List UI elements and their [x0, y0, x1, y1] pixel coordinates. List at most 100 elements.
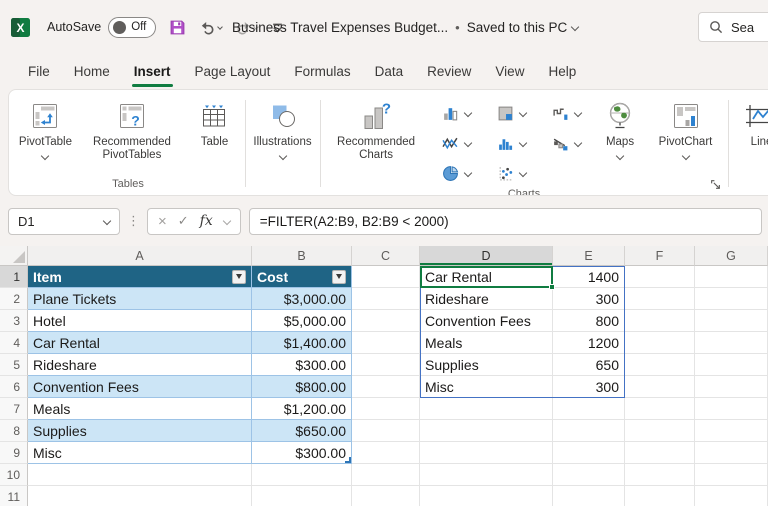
cell-E4[interactable]: 1200	[553, 332, 625, 354]
insert-waterfall-chart-button[interactable]	[538, 98, 593, 128]
cell-F7[interactable]	[625, 398, 695, 420]
cell-G3[interactable]	[695, 310, 768, 332]
cell-F3[interactable]	[625, 310, 695, 332]
row-header-6[interactable]: 6	[0, 376, 28, 398]
cell-B8[interactable]: $650.00	[252, 420, 352, 442]
cell-B2[interactable]: $3,000.00	[252, 288, 352, 310]
cell-F4[interactable]	[625, 332, 695, 354]
enter-button[interactable]: ✓	[178, 213, 189, 229]
autosave-switch[interactable]: Off	[108, 17, 156, 38]
cell-F1[interactable]	[625, 266, 695, 288]
cell-E3[interactable]: 800	[553, 310, 625, 332]
cell-G11[interactable]	[695, 486, 768, 506]
row-header-1[interactable]: 1	[0, 266, 28, 288]
cell-A7[interactable]: Meals	[28, 398, 252, 420]
cell-F11[interactable]	[625, 486, 695, 506]
insert-column-chart-button[interactable]	[428, 98, 483, 128]
charts-dialog-launcher-button[interactable]	[710, 179, 721, 190]
tab-page-layout[interactable]: Page Layout	[183, 54, 283, 88]
cell-D9[interactable]	[420, 442, 553, 464]
insert-combo-chart-button[interactable]	[538, 128, 593, 158]
cell-C9[interactable]	[352, 442, 420, 464]
cell-E5[interactable]: 650	[553, 354, 625, 376]
cell-A9[interactable]: Misc	[28, 442, 252, 464]
illustrations-button[interactable]: Illustrations	[250, 92, 316, 159]
cell-A2[interactable]: Plane Tickets	[28, 288, 252, 310]
cell-E1[interactable]: 1400	[553, 266, 625, 288]
cell-A8[interactable]: Supplies	[28, 420, 252, 442]
row-header-5[interactable]: 5	[0, 354, 28, 376]
cell-G7[interactable]	[695, 398, 768, 420]
pivottable-button[interactable]: PivotTable	[15, 92, 76, 159]
cell-G1[interactable]	[695, 266, 768, 288]
cell-B6[interactable]: $800.00	[252, 376, 352, 398]
select-all-button[interactable]	[0, 246, 28, 266]
insert-statistic-chart-button[interactable]	[483, 128, 538, 158]
column-header-D[interactable]: D	[420, 246, 553, 266]
cell-A3[interactable]: Hotel	[28, 310, 252, 332]
cell-C4[interactable]	[352, 332, 420, 354]
tab-data[interactable]: Data	[363, 54, 416, 88]
cell-A5[interactable]: Rideshare	[28, 354, 252, 376]
cell-F2[interactable]	[625, 288, 695, 310]
autosave-toggle[interactable]: AutoSave Off	[47, 17, 156, 38]
tab-formulas[interactable]: Formulas	[282, 54, 362, 88]
row-header-8[interactable]: 8	[0, 420, 28, 442]
cell-F10[interactable]	[625, 464, 695, 486]
tab-file[interactable]: File	[16, 54, 62, 88]
table-button[interactable]: Table	[188, 92, 241, 149]
cell-G5[interactable]	[695, 354, 768, 376]
cell-C6[interactable]	[352, 376, 420, 398]
cell-E7[interactable]	[553, 398, 625, 420]
cell-D7[interactable]	[420, 398, 553, 420]
save-status[interactable]: Saved to this PC	[467, 20, 579, 35]
undo-button[interactable]	[199, 19, 222, 36]
cell-D10[interactable]	[420, 464, 553, 486]
formula-input[interactable]: =FILTER(A2:B9, B2:B9 < 2000)	[249, 208, 762, 235]
row-header-9[interactable]: 9	[0, 442, 28, 464]
cell-A11[interactable]	[28, 486, 252, 506]
cell-B10[interactable]	[252, 464, 352, 486]
tab-home[interactable]: Home	[62, 54, 122, 88]
cell-A4[interactable]: Car Rental	[28, 332, 252, 354]
cell-C1[interactable]	[352, 266, 420, 288]
cell-C3[interactable]	[352, 310, 420, 332]
cell-C8[interactable]	[352, 420, 420, 442]
row-header-2[interactable]: 2	[0, 288, 28, 310]
line-sparkline-button[interactable]: Line	[733, 92, 768, 149]
row-header-7[interactable]: 7	[0, 398, 28, 420]
insert-hierarchy-chart-button[interactable]	[483, 98, 538, 128]
cell-B9[interactable]: $300.00	[252, 442, 352, 464]
cell-C10[interactable]	[352, 464, 420, 486]
insert-function-button[interactable]: fx	[200, 213, 213, 229]
cell-A1[interactable]: Item	[28, 266, 252, 288]
cell-D11[interactable]	[420, 486, 553, 506]
cell-F9[interactable]	[625, 442, 695, 464]
fill-handle[interactable]	[549, 284, 555, 290]
row-header-11[interactable]: 11	[0, 486, 28, 506]
tab-insert[interactable]: Insert	[122, 54, 183, 88]
column-header-C[interactable]: C	[352, 246, 420, 266]
search-box[interactable]: Sea	[698, 12, 768, 42]
cell-F8[interactable]	[625, 420, 695, 442]
column-header-F[interactable]: F	[625, 246, 695, 266]
cell-D3[interactable]: Convention Fees	[420, 310, 553, 332]
cell-E8[interactable]	[553, 420, 625, 442]
cell-G8[interactable]	[695, 420, 768, 442]
column-header-B[interactable]: B	[252, 246, 352, 266]
cell-E6[interactable]: 300	[553, 376, 625, 398]
cell-G10[interactable]	[695, 464, 768, 486]
cell-B4[interactable]: $1,400.00	[252, 332, 352, 354]
cell-G2[interactable]	[695, 288, 768, 310]
insert-pie-chart-button[interactable]	[428, 158, 483, 188]
cancel-button[interactable]: ×	[158, 213, 167, 230]
cell-B3[interactable]: $5,000.00	[252, 310, 352, 332]
cell-B1[interactable]: Cost	[252, 266, 352, 288]
cell-C11[interactable]	[352, 486, 420, 506]
row-header-3[interactable]: 3	[0, 310, 28, 332]
cell-D8[interactable]	[420, 420, 553, 442]
insert-scatter-chart-button[interactable]	[483, 158, 538, 188]
cell-A10[interactable]	[28, 464, 252, 486]
cell-G4[interactable]	[695, 332, 768, 354]
cell-B7[interactable]: $1,200.00	[252, 398, 352, 420]
